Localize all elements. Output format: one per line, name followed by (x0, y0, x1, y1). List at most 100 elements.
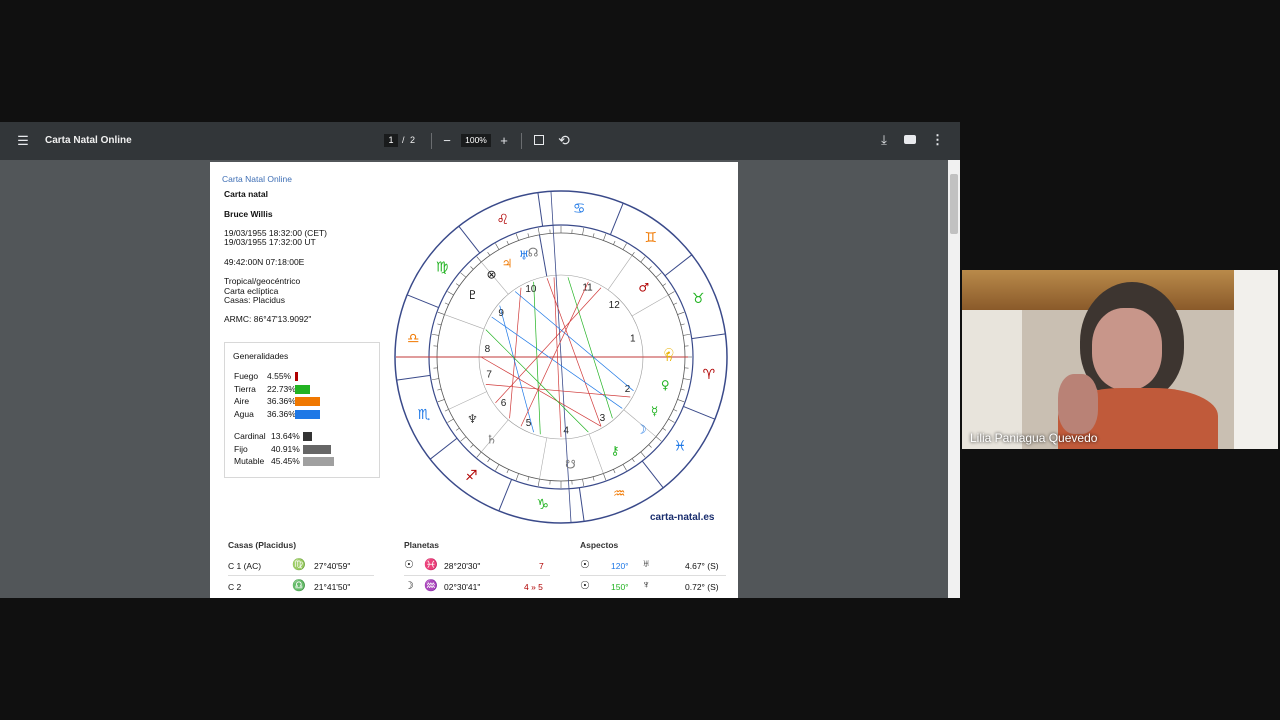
vertical-scrollbar[interactable] (948, 160, 960, 598)
pdf-page: Carta Natal Online Carta natal Bruce Wil… (210, 162, 738, 598)
planet-glyph-icon: ⚷ (611, 444, 620, 458)
download-icon[interactable]: ⤓ (877, 133, 891, 147)
degree-tick (648, 266, 652, 270)
sign-glyph-icon: ♐ (465, 468, 478, 484)
sign-glyph-icon: ♓ (674, 439, 687, 455)
menu-icon[interactable]: ☰ (16, 134, 30, 148)
fit-page-icon[interactable] (534, 135, 544, 145)
virgo-icon: ♍ (292, 559, 306, 571)
webcam-tile[interactable]: Lilia Paniagua Quevedo (962, 270, 1278, 449)
planetas-row-1-degree: 28°20'30" (444, 561, 481, 571)
header-link[interactable]: Carta Natal Online (222, 174, 292, 184)
sun-icon: ☉ (580, 580, 590, 592)
house-cusp (448, 391, 487, 410)
element-bar (295, 372, 299, 381)
sun-icon: ☉ (404, 559, 414, 571)
system-line-3: Casas: Placidus (224, 295, 285, 305)
aspect-row-1-angle: 120° (611, 561, 629, 571)
degree-tick (668, 291, 675, 296)
casas-row-2-degree: 21°41'50" (314, 582, 351, 592)
planet-glyph-icon: ♄ (664, 350, 675, 364)
degree-tick (668, 418, 675, 423)
coordinates: 49:42:00N 07:18:00E (224, 257, 305, 267)
sign-glyph-icon: ♏ (418, 407, 431, 423)
pdf-toolbar: ☰ Carta Natal Online 1 / 2 − 100% + ⟲ ⤓ … (0, 122, 960, 160)
planet-glyph-icon: ☊ (528, 246, 539, 260)
sun-icon: ☉ (580, 559, 590, 571)
house-number: 1 (630, 334, 636, 345)
generalidades-title: Generalidades (233, 351, 289, 361)
minus-icon[interactable]: − (441, 134, 453, 148)
planetas-row-2-house: 4 » 5 (524, 582, 543, 592)
degree-tick (460, 272, 467, 278)
sign-glyph-icon: ♈ (703, 367, 716, 383)
page-total: 2 (410, 135, 416, 145)
degree-tick (437, 323, 442, 326)
plus-icon[interactable]: + (498, 134, 510, 148)
more-vert-icon[interactable]: ⋮ (931, 133, 944, 147)
degree-tick (495, 464, 500, 471)
aspect-row-1-orb: 4.67° (S) (685, 561, 719, 571)
element-value: 22.73% (267, 383, 296, 394)
aspect-line (485, 329, 589, 433)
degree-tick (582, 227, 585, 235)
degree-tick (431, 333, 439, 336)
planet-glyph-icon: ♄ (486, 433, 497, 447)
planet-glyph-icon: ☿ (651, 404, 658, 418)
casas-row-1-house: C 1 (AC) (228, 561, 262, 571)
degree-tick (447, 418, 454, 423)
house-number: 4 (563, 425, 569, 436)
degree-tick (460, 436, 467, 442)
mode-label: Cardinal (234, 431, 266, 441)
aspect-row-2-angle: 150° (611, 582, 629, 592)
print-icon[interactable] (904, 135, 916, 144)
system-line-1: Tropical/geocéntrico (224, 276, 301, 286)
degree-tick (648, 444, 652, 448)
scrollbar-thumb[interactable] (950, 174, 958, 234)
sign-divider (396, 374, 431, 381)
person-name: Bruce Willis (224, 209, 273, 219)
zoom-input[interactable]: 100% (461, 134, 491, 147)
page-separator: / (402, 135, 405, 145)
degree-tick (655, 272, 662, 278)
sign-divider (429, 437, 458, 460)
neptune-icon: ♆ (642, 579, 651, 591)
planet-glyph-icon: ♆ (467, 412, 478, 426)
house-number: 8 (485, 344, 491, 355)
degree-tick (662, 283, 667, 287)
element-bar (295, 384, 311, 394)
planet-glyph-icon: ☋ (565, 458, 576, 472)
degree-tick (437, 311, 445, 315)
degree-tick (631, 251, 635, 256)
degree-tick (537, 479, 540, 487)
degree-tick (437, 399, 445, 403)
casas-row-2-house: C 2 (228, 582, 242, 592)
degree-tick (527, 233, 530, 238)
sign-glyph-icon: ♑ (537, 497, 550, 513)
element-label: Tierra (234, 383, 256, 394)
degree-tick (640, 451, 646, 458)
degree-tick (444, 409, 449, 412)
degree-tick (613, 469, 616, 474)
mode-label: Fijo (234, 443, 248, 454)
degree-tick (683, 333, 691, 336)
degree-tick (476, 256, 482, 263)
sign-glyph-icon: ♋ (573, 201, 586, 217)
planetas-row-2-degree: 02°30'41" (444, 582, 481, 592)
planet-glyph-icon: ♂ (638, 281, 649, 295)
rotate-icon[interactable]: ⟲ (557, 133, 571, 147)
aspect-row-2-orb: 0.72° (S) (685, 582, 719, 592)
degree-tick (455, 427, 460, 431)
page-number-input[interactable]: 1 (384, 134, 398, 147)
libra-icon: ♎ (292, 580, 306, 592)
degree-tick (515, 473, 519, 481)
mode-bar (303, 444, 331, 454)
aspect-line (509, 287, 522, 419)
sign-glyph-icon: ♎ (407, 331, 420, 347)
house-cusp (588, 433, 604, 474)
degree-tick (603, 473, 607, 481)
divider (431, 133, 432, 149)
sign-glyph-icon: ♊ (644, 230, 657, 246)
sign-divider (641, 460, 664, 489)
sign-divider (406, 294, 439, 309)
